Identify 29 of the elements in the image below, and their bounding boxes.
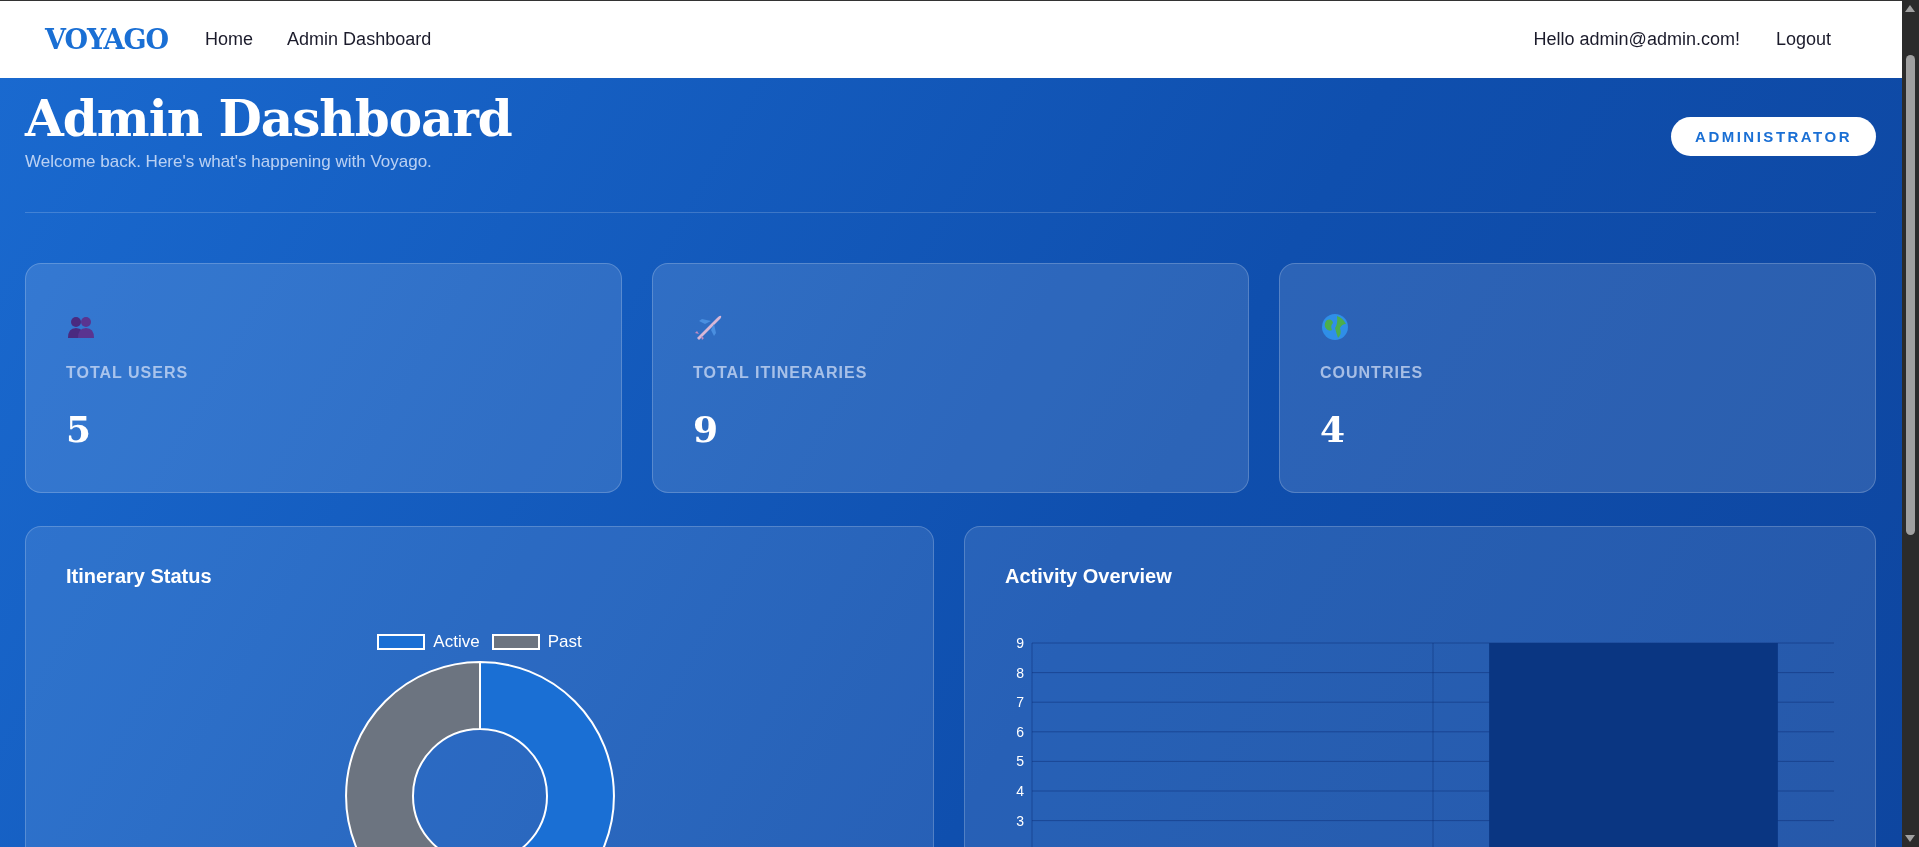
nav-link[interactable]: Home: [205, 29, 254, 50]
nav-link[interactable]: Admin Dashboard: [287, 29, 432, 50]
card-title: Itinerary Status: [66, 564, 213, 588]
axis-tick-label: 8: [1016, 664, 1024, 681]
axis-tick-label: 5: [1016, 752, 1024, 769]
legend-label[interactable]: Active: [433, 631, 480, 652]
stat-label: COUNTRIES: [1320, 363, 1425, 382]
legend-swatch[interactable]: [491, 633, 540, 650]
axis-tick-label: 4: [1016, 782, 1024, 799]
axis-tick-label: 9: [1016, 634, 1024, 651]
card-title: Activity Overview: [1005, 564, 1173, 588]
stat-value: 9: [693, 407, 720, 450]
stat-label: TOTAL USERS: [66, 363, 190, 382]
page-title: Admin Dashboard: [25, 90, 512, 148]
page-subtitle: Welcome back. Here's what's happening with Voyago.: [25, 151, 433, 172]
globe-icon: [1320, 311, 1350, 342]
stat-value: 5: [66, 407, 93, 450]
legend-swatch[interactable]: [377, 633, 426, 650]
stat-value: 4: [1320, 407, 1347, 450]
brand-logo[interactable]: VOYAGO: [45, 24, 169, 55]
logout-link[interactable]: Logout: [1775, 29, 1831, 50]
axis-tick-label: 6: [1016, 723, 1024, 740]
stat-label: TOTAL ITINERARIES: [693, 363, 869, 382]
legend-label[interactable]: Past: [547, 631, 582, 652]
greeting-text: Hello admin@admin.com!: [1533, 29, 1740, 50]
axis-tick-label: 3: [1016, 812, 1024, 829]
axis-tick-label: 7: [1016, 693, 1024, 710]
scrollbar[interactable]: [1902, 0, 1919, 847]
role-badge: ADMINISTRATOR: [1671, 117, 1876, 156]
